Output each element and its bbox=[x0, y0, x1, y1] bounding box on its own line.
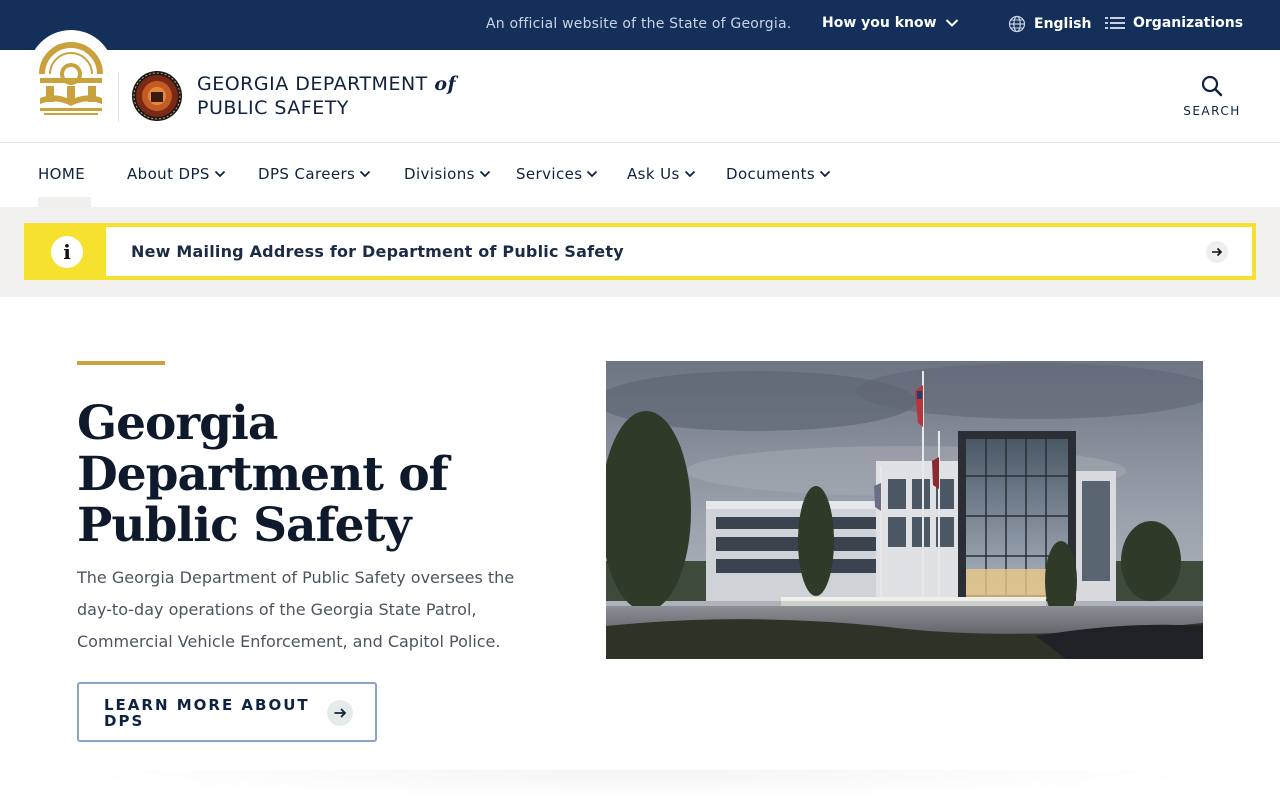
chevron-down-icon bbox=[819, 170, 831, 178]
search-button[interactable]: SEARCH bbox=[1180, 74, 1244, 118]
nav-item-ask-us[interactable]: Ask Us bbox=[627, 165, 696, 183]
nav-item-documents[interactable]: Documents bbox=[726, 165, 831, 183]
chevron-down-icon bbox=[945, 19, 958, 27]
header-divider bbox=[118, 72, 119, 122]
agency-name-of: of bbox=[434, 73, 457, 95]
hero-title-line2: Department of bbox=[77, 447, 449, 502]
hero-title: Georgia Department of Public Safety bbox=[77, 398, 497, 551]
nav-item-dps-careers[interactable]: DPS Careers bbox=[258, 165, 371, 183]
search-label: SEARCH bbox=[1183, 104, 1241, 118]
site-header: GEORGIA DEPARTMENT of PUBLIC SAFETY SEAR… bbox=[0, 30, 1280, 143]
nav-item-label: HOME bbox=[38, 165, 86, 183]
nav-item-label: Ask Us bbox=[627, 165, 680, 183]
gold-accent-rule bbox=[77, 361, 165, 365]
official-website-text: An official website of the State of Geor… bbox=[486, 16, 792, 32]
chevron-down-icon bbox=[684, 170, 695, 178]
agency-name-line2: PUBLIC SAFETY bbox=[197, 97, 349, 119]
nav-item-services[interactable]: Services bbox=[516, 165, 598, 183]
how-you-know-label: How you know bbox=[822, 15, 937, 31]
main-navigation: HOME About DPS DPS Careers Divisions Ser… bbox=[0, 143, 1280, 207]
section-divider-shadow bbox=[40, 770, 1240, 800]
nav-item-about-dps[interactable]: About DPS bbox=[127, 165, 226, 183]
dps-seal-icon[interactable] bbox=[131, 70, 183, 122]
hero-title-line3: Public Safety bbox=[77, 498, 412, 553]
active-nav-indicator bbox=[38, 197, 91, 207]
nav-item-divisions[interactable]: Divisions bbox=[404, 165, 491, 183]
how-you-know-toggle[interactable]: How you know bbox=[822, 15, 959, 31]
hero-description: The Georgia Department of Public Safety … bbox=[77, 568, 515, 651]
hero-title-line1: Georgia bbox=[77, 396, 278, 451]
alert-icon-box: i bbox=[28, 227, 106, 276]
agency-name[interactable]: GEORGIA DEPARTMENT of PUBLIC SAFETY bbox=[197, 72, 456, 120]
chevron-down-icon bbox=[214, 170, 225, 178]
nav-item-label: About DPS bbox=[127, 165, 210, 183]
learn-more-button[interactable]: LEARN MORE ABOUT DPS bbox=[77, 682, 377, 742]
list-icon bbox=[1105, 17, 1125, 29]
alert-message: New Mailing Address for Department of Pu… bbox=[131, 242, 624, 261]
search-icon bbox=[1201, 75, 1223, 97]
arrow-right-icon bbox=[327, 700, 353, 726]
georgia-state-logo[interactable] bbox=[28, 30, 114, 130]
alert-banner[interactable]: i New Mailing Address for Department of … bbox=[24, 223, 1256, 280]
alert-section: i New Mailing Address for Department of … bbox=[0, 207, 1280, 297]
info-icon: i bbox=[51, 235, 83, 268]
language-label: English bbox=[1034, 16, 1092, 32]
georgia-arch-logo-icon bbox=[39, 42, 103, 115]
nav-item-label: DPS Careers bbox=[258, 165, 356, 183]
nav-item-home[interactable]: HOME bbox=[38, 165, 85, 183]
organizations-menu[interactable]: Organizations bbox=[1105, 15, 1243, 31]
official-banner: An official website of the State of Geor… bbox=[0, 0, 1280, 50]
learn-more-label: LEARN MORE ABOUT DPS bbox=[104, 696, 310, 730]
arrow-right-icon[interactable] bbox=[1206, 241, 1228, 263]
nav-item-label: Divisions bbox=[404, 165, 475, 183]
nav-item-label: Services bbox=[516, 165, 583, 183]
chevron-down-icon bbox=[587, 170, 598, 178]
globe-icon bbox=[1008, 15, 1026, 33]
chevron-down-icon bbox=[479, 170, 490, 178]
language-selector[interactable]: English bbox=[1008, 15, 1091, 33]
chevron-down-icon bbox=[360, 170, 371, 178]
headquarters-photo bbox=[606, 361, 1203, 659]
nav-item-label: Documents bbox=[726, 165, 816, 183]
agency-name-line1: GEORGIA DEPARTMENT bbox=[197, 73, 428, 95]
organizations-label: Organizations bbox=[1133, 15, 1244, 31]
